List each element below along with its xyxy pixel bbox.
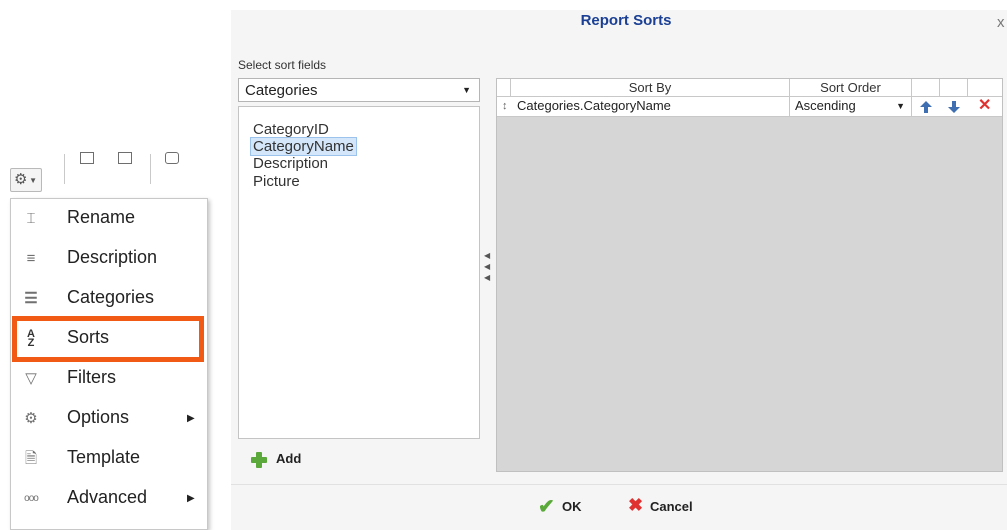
drag-handle-icon[interactable]: ↕ <box>502 97 508 115</box>
chevron-down-icon: ▼ <box>896 101 905 111</box>
menu-item-rename[interactable]: ⌶ Rename <box>11 199 207 239</box>
check-icon: ✔ <box>538 496 555 518</box>
table-row[interactable]: ↕ Categories.CategoryName Ascending ▼ ✕ <box>497 97 1002 117</box>
menu-item-options[interactable]: ⚙ Options ▶ <box>11 399 207 439</box>
box-icon[interactable] <box>80 152 94 164</box>
template-icon: 🗎 <box>24 450 38 467</box>
ok-button-label: OK <box>562 499 582 514</box>
close-icon[interactable]: x <box>997 14 1005 31</box>
advanced-icon: ooo <box>24 493 39 504</box>
chevron-down-icon: ▼ <box>462 85 471 95</box>
filter-icon: ▽ <box>25 370 37 387</box>
list-item[interactable]: CategoryID <box>251 121 331 138</box>
submenu-arrow-icon: ▶ <box>187 493 195 504</box>
menu-item-advanced[interactable]: ooo Advanced ▶ <box>11 479 207 519</box>
column-header-sort-order: Sort Order <box>790 79 912 97</box>
move-up-icon[interactable] <box>920 101 932 113</box>
table-select[interactable]: Categories ▼ <box>238 78 480 102</box>
chart-icon[interactable] <box>165 152 179 164</box>
toolbar-divider <box>64 154 65 184</box>
menu-item-label: Template <box>67 447 141 467</box>
menu-item-description[interactable]: ≡ Description <box>11 239 207 279</box>
categories-icon: ☰ <box>24 290 38 307</box>
splitter-handle[interactable]: ◀ ◀ ◀ <box>484 250 492 300</box>
description-icon: ≡ <box>26 250 36 267</box>
gear-icon: ⚙ <box>14 171 28 188</box>
menu-item-label: Options <box>67 407 130 427</box>
column-header-delete <box>968 79 1002 97</box>
grid-header-spacer <box>497 79 511 97</box>
gear-dropdown-button[interactable]: ⚙ ▼ <box>10 168 42 192</box>
menu-item-categories[interactable]: ☰ Categories <box>11 279 207 319</box>
rename-icon: ⌶ <box>26 210 36 227</box>
list-item-selected[interactable]: CategoryName <box>250 137 357 156</box>
grid-header: Sort By Sort Order <box>497 79 1002 97</box>
report-sorts-dialog: Report Sorts x Select sort fields Catego… <box>231 10 1007 530</box>
cancel-x-icon: ✖ <box>628 495 644 515</box>
report-toolbar: ⚙ ▼ <box>0 148 210 196</box>
menu-item-template[interactable]: 🗎 Template <box>11 439 207 479</box>
add-box-icon[interactable] <box>118 152 132 164</box>
select-sort-fields-label: Select sort fields <box>238 58 327 72</box>
menu-item-label: Advanced <box>67 487 148 507</box>
menu-item-filters[interactable]: ▽ Filters <box>11 359 207 399</box>
sort-grid: Sort By Sort Order ↕ Categories.Category… <box>496 78 1003 472</box>
delete-icon[interactable]: ✕ <box>978 96 991 116</box>
table-select-value: Categories <box>245 82 318 99</box>
menu-item-label: Filters <box>67 367 116 387</box>
plus-icon <box>251 452 267 468</box>
sorts-highlight-box <box>12 316 204 362</box>
toolbar-divider <box>150 154 151 184</box>
list-item[interactable]: Picture <box>251 173 302 190</box>
add-button-label: Add <box>276 451 302 466</box>
gear-icon: ⚙ <box>24 410 38 427</box>
field-list: CategoryID CategoryName Description Pict… <box>238 106 480 439</box>
sort-order-select[interactable]: Ascending ▼ <box>790 97 912 116</box>
menu-item-label: Rename <box>67 207 136 227</box>
column-header-sort-by: Sort By <box>511 79 790 97</box>
footer-divider <box>231 484 1007 485</box>
dialog-title: Report Sorts <box>580 12 672 29</box>
submenu-arrow-icon: ▶ <box>187 413 195 424</box>
menu-item-label: Categories <box>67 287 155 307</box>
column-header-up <box>912 79 940 97</box>
chevron-down-icon: ▼ <box>29 176 37 185</box>
cancel-button-label: Cancel <box>650 499 693 514</box>
move-down-icon[interactable] <box>948 101 960 113</box>
column-header-down <box>940 79 968 97</box>
sort-order-value: Ascending <box>795 98 856 113</box>
list-item[interactable]: Description <box>251 155 330 172</box>
menu-item-label: Description <box>67 247 158 267</box>
sort-by-cell: Categories.CategoryName <box>511 97 790 116</box>
context-menu: ⌶ Rename ≡ Description ☰ Categories AZ S… <box>10 198 208 530</box>
